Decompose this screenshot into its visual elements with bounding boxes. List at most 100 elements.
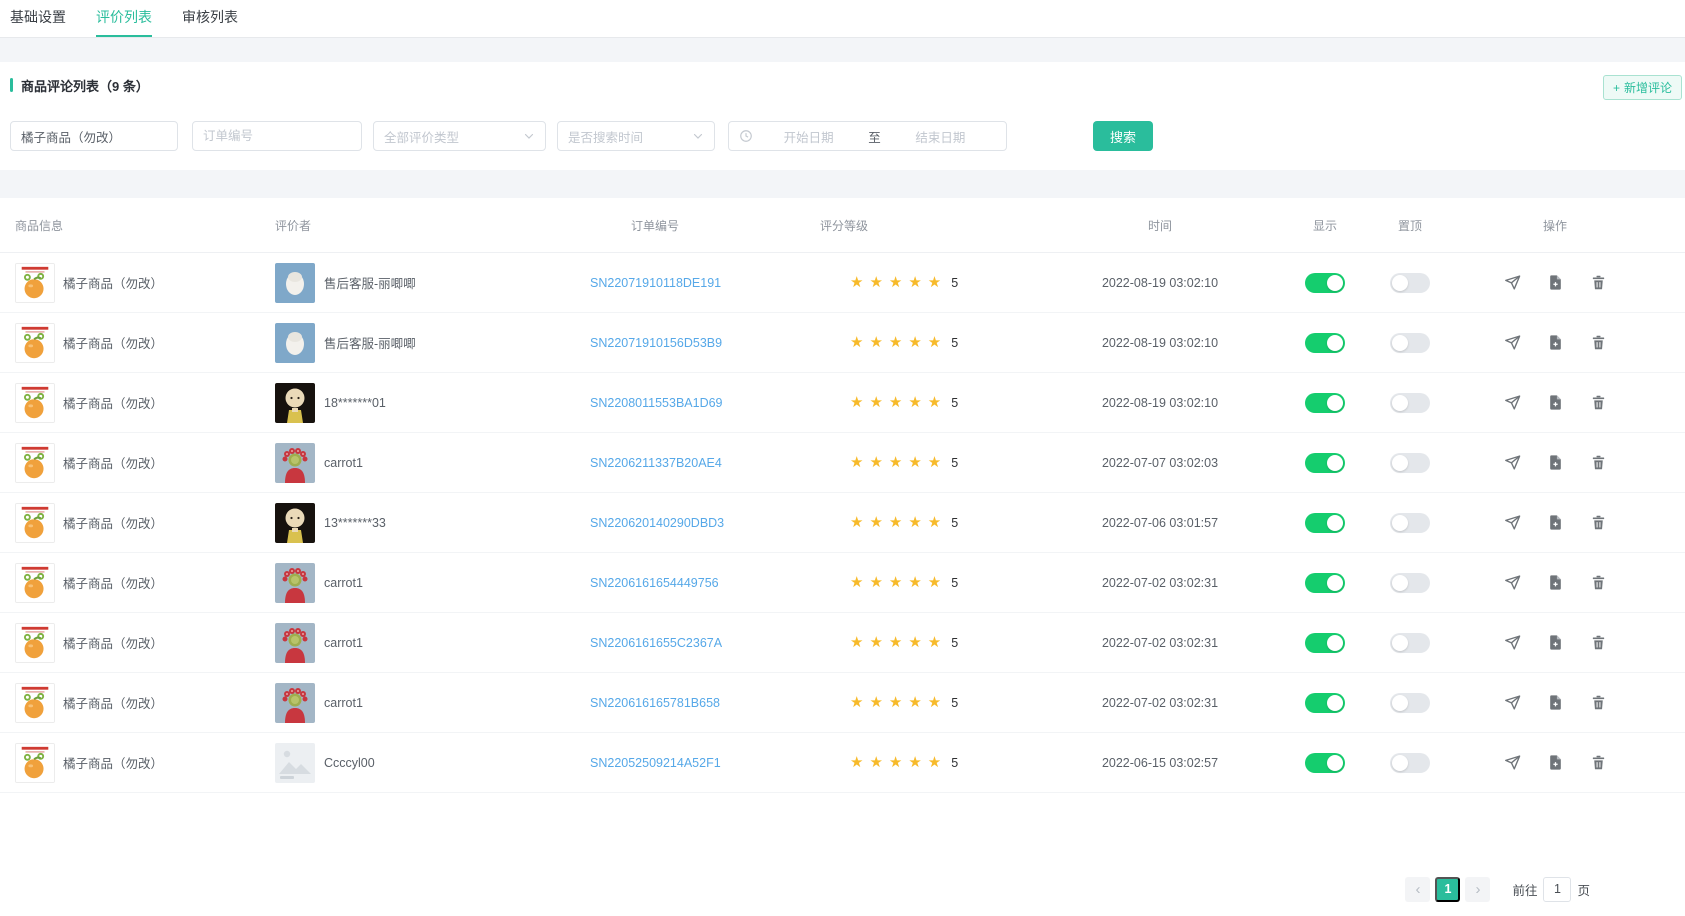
send-button[interactable]: [1504, 574, 1521, 591]
send-button[interactable]: [1504, 754, 1521, 771]
send-button[interactable]: [1504, 454, 1521, 471]
reviewer-name: Ccccyl00: [324, 756, 375, 770]
delete-button[interactable]: [1590, 514, 1607, 531]
delete-button[interactable]: [1590, 694, 1607, 711]
file-add-button[interactable]: [1547, 454, 1564, 471]
reviewer-avatar: [275, 263, 315, 303]
search-button[interactable]: 搜索: [1093, 121, 1153, 151]
file-add-button[interactable]: [1547, 394, 1564, 411]
file-add-button[interactable]: [1547, 334, 1564, 351]
delete-button[interactable]: [1590, 634, 1607, 651]
goto-page-label: 前往: [1512, 880, 1537, 899]
delete-button[interactable]: [1590, 334, 1607, 351]
time-cell: 2022-08-19 03:02:10: [1040, 396, 1280, 410]
product-image: [15, 743, 55, 783]
review-time: 2022-08-19 03:02:10: [1102, 336, 1218, 350]
rating-value: 5: [951, 396, 958, 410]
delete-button[interactable]: [1590, 574, 1607, 591]
file-add-button[interactable]: [1547, 634, 1564, 651]
show-toggle[interactable]: [1305, 273, 1345, 293]
end-date-placeholder[interactable]: 结束日期: [885, 127, 996, 146]
rating-value: 5: [951, 456, 958, 470]
order-number-link[interactable]: SN2206161654449756: [590, 576, 719, 590]
rating-value: 5: [951, 636, 958, 650]
top-toggle[interactable]: [1390, 633, 1430, 653]
rating-cell: ★★★★★ 5: [780, 395, 1040, 410]
order-cell: SN220620140290DBD3: [530, 516, 780, 530]
order-number-link[interactable]: SN22071910156D53B9: [590, 336, 722, 350]
order-number-link[interactable]: SN22052509214A52F1: [590, 756, 721, 770]
tab-audit-list[interactable]: 审核列表: [182, 0, 238, 37]
order-number-link[interactable]: SN22071910118DE191: [590, 276, 721, 290]
date-range-separator: 至: [864, 127, 885, 146]
product-image: [15, 623, 55, 663]
add-comment-button[interactable]: + 新增评论: [1603, 75, 1682, 100]
show-toggle[interactable]: [1305, 633, 1345, 653]
top-toggle[interactable]: [1390, 273, 1430, 293]
plus-icon: +: [1613, 81, 1620, 95]
file-add-button[interactable]: [1547, 274, 1564, 291]
header-product-info: 商品信息: [0, 217, 260, 234]
time-cell: 2022-07-02 03:02:31: [1040, 636, 1280, 650]
send-button[interactable]: [1504, 514, 1521, 531]
tab-basic-settings[interactable]: 基础设置: [10, 0, 66, 37]
product-search-input[interactable]: [10, 121, 178, 151]
review-time: 2022-07-02 03:02:31: [1102, 576, 1218, 590]
header-show: 显示: [1280, 217, 1370, 234]
show-toggle[interactable]: [1305, 393, 1345, 413]
top-toggle[interactable]: [1390, 393, 1430, 413]
send-button[interactable]: [1504, 394, 1521, 411]
show-cell: [1280, 573, 1370, 593]
top-toggle[interactable]: [1390, 573, 1430, 593]
delete-button[interactable]: [1590, 394, 1607, 411]
prev-page-button[interactable]: ‹: [1405, 877, 1430, 902]
product-name: 橘子商品（勿改）: [63, 393, 163, 412]
star-rating: ★★★★★: [850, 575, 947, 590]
send-button[interactable]: [1504, 634, 1521, 651]
top-toggle[interactable]: [1390, 753, 1430, 773]
review-type-select[interactable]: 全部评价类型: [373, 121, 546, 151]
file-add-button[interactable]: [1547, 574, 1564, 591]
show-toggle[interactable]: [1305, 573, 1345, 593]
delete-button[interactable]: [1590, 454, 1607, 471]
send-button[interactable]: [1504, 274, 1521, 291]
order-number-input[interactable]: [192, 121, 362, 151]
current-page-button[interactable]: 1: [1435, 877, 1460, 902]
reviewer-cell: carrot1: [260, 563, 530, 603]
pagination: ‹ 1 › 前往 页: [0, 874, 1685, 916]
time-search-select[interactable]: 是否搜索时间: [557, 121, 715, 151]
show-toggle[interactable]: [1305, 753, 1345, 773]
show-toggle[interactable]: [1305, 453, 1345, 473]
tab-review-list[interactable]: 评价列表: [96, 0, 152, 37]
top-toggle[interactable]: [1390, 453, 1430, 473]
show-cell: [1280, 273, 1370, 293]
order-number-link[interactable]: SN2206211337B20AE4: [590, 456, 722, 470]
file-add-button[interactable]: [1547, 754, 1564, 771]
show-toggle[interactable]: [1305, 513, 1345, 533]
header-actions: 操作: [1450, 217, 1660, 234]
send-button[interactable]: [1504, 334, 1521, 351]
actions-cell: [1450, 694, 1660, 711]
send-button[interactable]: [1504, 694, 1521, 711]
next-page-button[interactable]: ›: [1465, 877, 1490, 902]
delete-button[interactable]: [1590, 754, 1607, 771]
file-add-button[interactable]: [1547, 694, 1564, 711]
review-time: 2022-07-06 03:01:57: [1102, 516, 1218, 530]
start-date-placeholder[interactable]: 开始日期: [753, 127, 864, 146]
delete-button[interactable]: [1590, 274, 1607, 291]
header-reviewer: 评价者: [260, 217, 530, 234]
top-toggle[interactable]: [1390, 693, 1430, 713]
file-add-button[interactable]: [1547, 514, 1564, 531]
order-number-link[interactable]: SN220620140290DBD3: [590, 516, 724, 530]
order-number-link[interactable]: SN2208011553BA1D69: [590, 396, 723, 410]
date-range-picker[interactable]: 开始日期 至 结束日期: [728, 121, 1007, 151]
show-toggle[interactable]: [1305, 693, 1345, 713]
top-toggle[interactable]: [1390, 333, 1430, 353]
order-cell: SN2206161654449756: [530, 576, 780, 590]
order-number-link[interactable]: SN220616165781B658: [590, 696, 720, 710]
top-toggle[interactable]: [1390, 513, 1430, 533]
show-toggle[interactable]: [1305, 333, 1345, 353]
order-number-link[interactable]: SN2206161655C2367A: [590, 636, 722, 650]
goto-page-input[interactable]: [1543, 877, 1571, 902]
review-time: 2022-08-19 03:02:10: [1102, 396, 1218, 410]
